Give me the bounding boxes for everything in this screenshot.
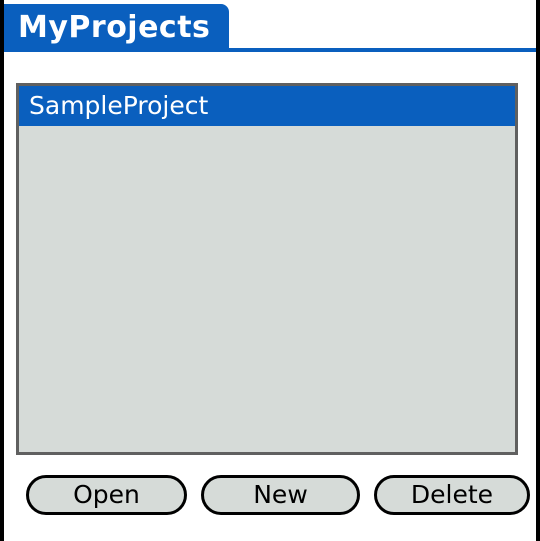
open-button[interactable]: Open [26,475,187,515]
new-button[interactable]: New [201,475,360,515]
list-item[interactable]: SampleProject [19,86,515,126]
form-title: MyProjects [4,4,229,52]
list-item-label: SampleProject [29,91,209,120]
delete-button[interactable]: Delete [374,475,530,515]
screen-frame-left [0,0,4,541]
screen-frame-right [536,0,540,541]
title-underline [4,48,536,52]
palm-screen: MyProjects SampleProject Open New Delete [0,0,540,541]
projects-list[interactable]: SampleProject [16,83,518,455]
